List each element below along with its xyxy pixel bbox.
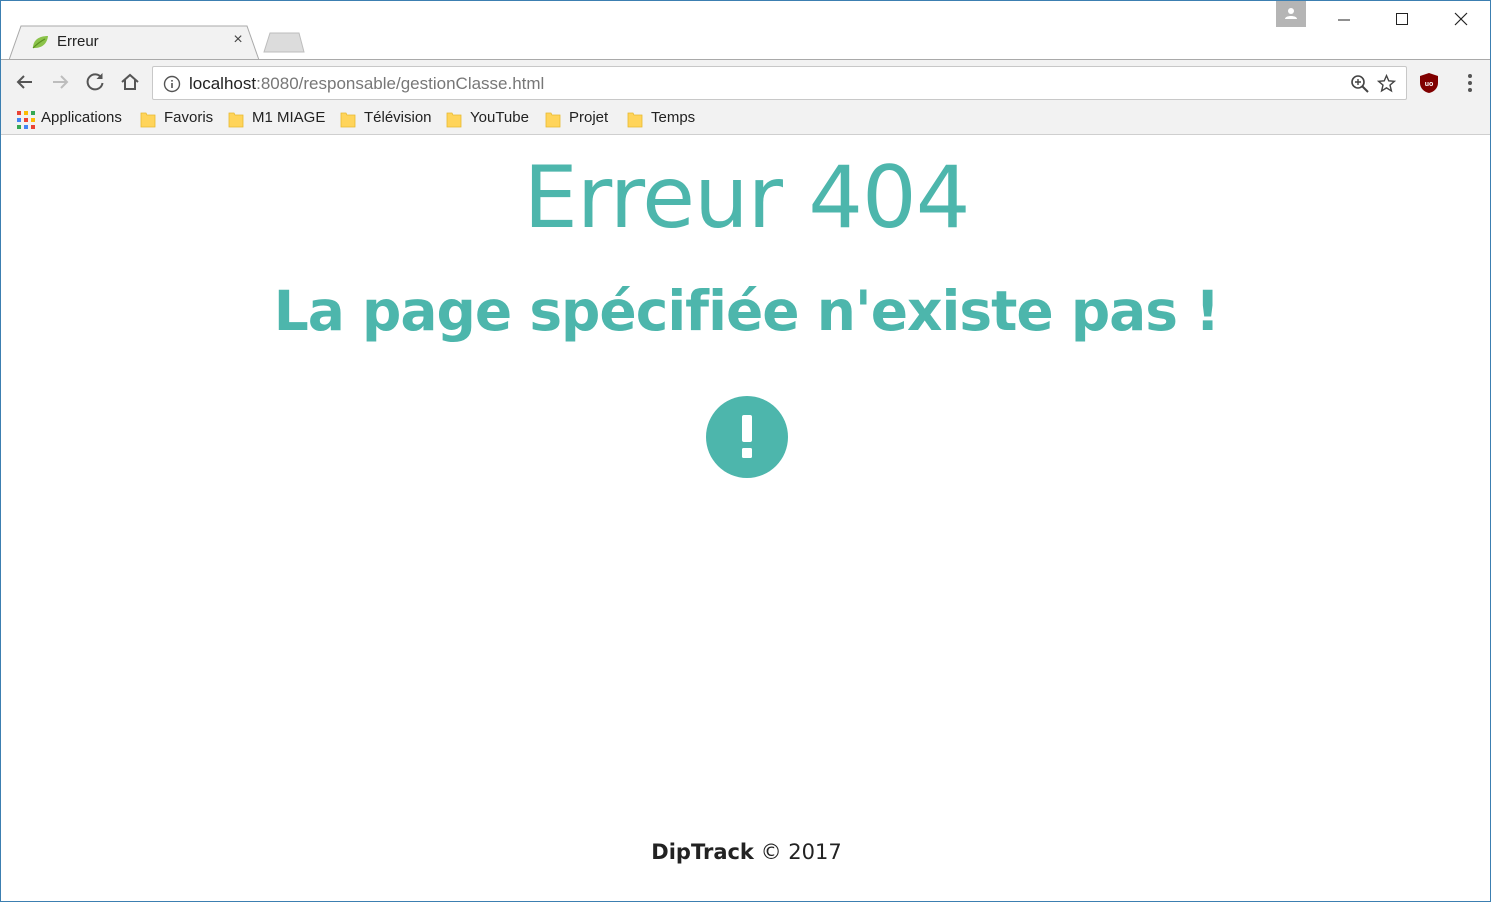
tab-title: Erreur: [57, 33, 99, 50]
footer: DipTrack © 2017: [1, 840, 1491, 864]
page-content: Erreur 404 La page spécifiée n'existe pa…: [1, 136, 1490, 901]
bookmarks-bar: Applications Favoris M1 MIAGE Télévision…: [1, 105, 1490, 135]
folder-icon: [627, 112, 643, 128]
tab-erreur[interactable]: Erreur ×: [9, 25, 260, 60]
bookmark-television[interactable]: Télévision: [340, 108, 435, 130]
svg-text:uo: uo: [1425, 81, 1434, 88]
reload-icon[interactable]: [83, 70, 107, 94]
bookmark-label: Télévision: [364, 109, 432, 126]
folder-icon: [228, 112, 244, 128]
bookmark-projet[interactable]: Projet: [545, 108, 615, 130]
browser-toolbar: localhost:8080/responsable/gestionClasse…: [1, 59, 1490, 105]
maximize-button[interactable]: [1387, 5, 1417, 33]
folder-icon: [545, 112, 561, 128]
bookmark-label: Applications: [41, 109, 122, 126]
url-host: localhost: [189, 74, 257, 93]
close-window-button[interactable]: [1446, 5, 1476, 33]
apps-grid-icon: [17, 111, 35, 129]
leaf-icon: [32, 36, 48, 49]
alert-circle-icon: [706, 396, 788, 478]
forward-arrow-icon[interactable]: [48, 70, 72, 94]
back-arrow-icon[interactable]: [13, 70, 37, 94]
new-tab-button[interactable]: [263, 32, 305, 53]
folder-icon: [340, 112, 356, 128]
minimize-icon: [1338, 19, 1350, 21]
info-icon[interactable]: [163, 75, 181, 93]
menu-dots-icon[interactable]: [1461, 72, 1479, 94]
bookmark-label: Favoris: [164, 109, 214, 126]
bookmark-temps[interactable]: Temps: [627, 108, 702, 130]
bookmark-youtube[interactable]: YouTube: [446, 108, 536, 130]
bookmark-applications[interactable]: Applications: [17, 108, 127, 130]
error-subtitle: La page spécifiée n'existe pas !: [273, 279, 1221, 343]
tab-close-icon[interactable]: ×: [229, 31, 247, 49]
bookmark-label: Projet: [569, 109, 609, 126]
profile-button[interactable]: [1276, 1, 1306, 27]
folder-icon: [140, 112, 156, 128]
bookmark-label: Temps: [651, 109, 696, 126]
ublock-shield-icon[interactable]: uo: [1418, 72, 1440, 94]
url-path: :8080/responsable/gestionClasse.html: [256, 74, 545, 93]
maximize-icon: [1396, 13, 1408, 25]
footer-copyright: © 2017: [760, 840, 842, 864]
folder-icon: [446, 112, 462, 128]
minimize-button[interactable]: [1329, 5, 1359, 33]
star-icon[interactable]: [1376, 73, 1397, 94]
url-text[interactable]: localhost:8080/responsable/gestionClasse…: [189, 74, 544, 94]
footer-brand: DipTrack: [651, 840, 754, 864]
error-title: Erreur 404: [523, 148, 971, 248]
tab-strip: Erreur ×: [1, 1, 1490, 60]
zoom-icon[interactable]: [1350, 74, 1370, 94]
bookmark-label: M1 MIAGE: [252, 109, 326, 126]
bookmark-label: YouTube: [470, 109, 529, 126]
close-icon: [1454, 12, 1468, 26]
address-bar[interactable]: localhost:8080/responsable/gestionClasse…: [152, 66, 1407, 100]
bookmark-favoris[interactable]: Favoris: [140, 108, 220, 130]
person-icon: [1285, 8, 1297, 19]
home-icon[interactable]: [118, 70, 142, 94]
browser-window: Erreur × localhost:8080/responsable/gest…: [0, 0, 1491, 902]
bookmark-m1-miage[interactable]: M1 MIAGE: [228, 108, 328, 130]
